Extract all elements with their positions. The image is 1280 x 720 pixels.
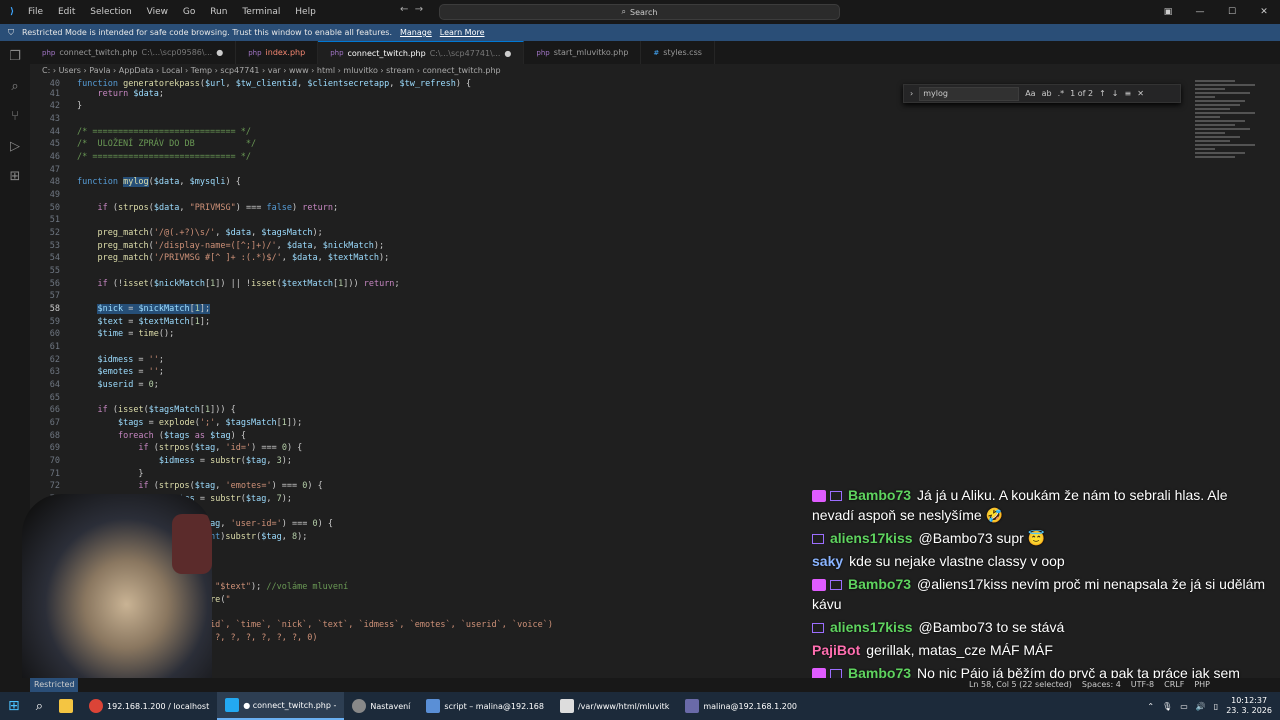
breadcrumb[interactable]: C: › Users › Pavla › AppData › Local › T… bbox=[42, 66, 501, 75]
close-icon[interactable]: ✕ bbox=[1137, 89, 1144, 98]
clock[interactable]: 10:12:37 23. 3. 2026 bbox=[1226, 696, 1272, 716]
title-bar: ⟩ File Edit Selection View Go Run Termin… bbox=[0, 0, 1280, 24]
layout-icon[interactable]: ▣ bbox=[1152, 7, 1184, 17]
restricted-mode-banner: ⛉ Restricted Mode is intended for safe c… bbox=[0, 24, 1280, 41]
bits-badge-icon bbox=[830, 580, 842, 591]
subscriber-badge-icon bbox=[812, 490, 826, 503]
php-file-icon: php bbox=[536, 48, 550, 57]
chat-message: aliens17kiss @Bambo73 to se stává bbox=[812, 617, 1267, 637]
minimize-button[interactable]: — bbox=[1184, 7, 1216, 17]
vscode-icon bbox=[225, 698, 240, 712]
taskbar-search-button[interactable]: ⌕ bbox=[28, 692, 51, 720]
find-result-count: 1 of 2 bbox=[1070, 89, 1094, 98]
windows-taskbar: ⊞ ⌕ 192.168.1.200 / localhost ● connect_… bbox=[0, 692, 1280, 720]
editor-icon bbox=[559, 699, 574, 713]
webcam-overlay bbox=[22, 494, 212, 678]
start-button[interactable]: ⊞ bbox=[0, 692, 28, 720]
taskbar-putty[interactable]: malina@192.168.1.200 bbox=[677, 692, 805, 720]
tab-connect-twitch-1[interactable]: php connect_twitch.php C:\...\scp09586\...… bbox=[30, 41, 237, 64]
maximize-button[interactable]: ☐ bbox=[1216, 7, 1248, 17]
css-file-icon: # bbox=[653, 48, 660, 57]
run-debug-icon[interactable]: ▷ bbox=[10, 139, 20, 154]
menu-edit[interactable]: Edit bbox=[58, 7, 75, 17]
close-button[interactable]: ✕ bbox=[1248, 7, 1280, 17]
display-icon[interactable]: ▭ bbox=[1180, 702, 1188, 711]
menu-bar: File Edit Selection View Go Run Terminal… bbox=[24, 7, 324, 17]
search-icon[interactable]: ⌕ bbox=[11, 79, 18, 94]
minimap[interactable] bbox=[1195, 78, 1270, 398]
tab-styles[interactable]: # styles.css bbox=[641, 41, 715, 64]
learn-more-link[interactable]: Learn More bbox=[440, 28, 485, 37]
bits-badge-icon bbox=[830, 491, 842, 502]
menu-terminal[interactable]: Terminal bbox=[242, 7, 280, 17]
chat-message: aliens17kiss @Bambo73 supr 😇 bbox=[812, 528, 1267, 548]
nav-arrows[interactable]: ← → bbox=[400, 4, 423, 15]
mic-icon[interactable]: 🎙 bbox=[1162, 702, 1172, 711]
file-explorer-button[interactable] bbox=[51, 692, 81, 720]
window-controls: ▣ — ☐ ✕ bbox=[1152, 0, 1280, 24]
language-mode[interactable]: PHP bbox=[1194, 678, 1210, 692]
menu-selection[interactable]: Selection bbox=[90, 7, 131, 17]
folder-icon bbox=[59, 699, 74, 713]
regex-icon[interactable]: .* bbox=[1058, 89, 1065, 98]
php-file-icon: php bbox=[330, 49, 344, 57]
chevron-right-icon[interactable]: › bbox=[910, 89, 913, 98]
php-file-icon: php bbox=[248, 48, 262, 57]
restricted-mode-indicator[interactable]: Restricted bbox=[30, 678, 79, 692]
tab-start-mluvitko[interactable]: php start_mluvitko.php bbox=[524, 41, 642, 64]
taskbar-script[interactable]: script – malina@192.168 bbox=[418, 692, 552, 720]
indentation[interactable]: Spaces: 4 bbox=[1082, 678, 1121, 692]
bits-badge-icon bbox=[812, 623, 824, 634]
search-icon: ⌕ bbox=[621, 7, 626, 16]
line-ending[interactable]: CRLF bbox=[1164, 678, 1184, 692]
chat-message: Bambo73 Já já u Aliku. A koukám že nám to… bbox=[812, 487, 1228, 523]
status-bar: Restricted Ln 58, Col 5 (22 selected) Sp… bbox=[0, 678, 1280, 692]
chrome-icon bbox=[89, 699, 104, 713]
chevron-up-icon[interactable]: ⌃ bbox=[1147, 702, 1154, 711]
chat-message: Bambo73 @aliens17kiss nevím proč mi nenap… bbox=[812, 576, 1266, 612]
bits-badge-icon bbox=[812, 534, 824, 545]
menu-help[interactable]: Help bbox=[295, 7, 316, 17]
search-icon: ⌕ bbox=[35, 698, 44, 714]
cursor-position[interactable]: Ln 58, Col 5 (22 selected) bbox=[969, 678, 1072, 692]
extensions-icon[interactable]: ⊞ bbox=[10, 169, 21, 184]
stream-chat-overlay: Bambo73 Já já u Aliku. A koukám že nám to… bbox=[812, 485, 1267, 701]
find-widget: › mylog Aa ab .* 1 of 2 ↑ ↓ ≡ ✕ bbox=[903, 84, 1181, 103]
menu-go[interactable]: Go bbox=[183, 7, 195, 17]
match-case-icon[interactable]: Aa bbox=[1025, 89, 1035, 98]
explorer-icon[interactable]: ❐ bbox=[9, 49, 21, 64]
gear-icon bbox=[352, 699, 367, 713]
vscode-logo-icon: ⟩ bbox=[9, 7, 15, 17]
menu-run[interactable]: Run bbox=[210, 7, 227, 17]
system-tray: ⌃ 🎙 ▭ 🔊 ▯ 10:12:37 23. 3. 2026 bbox=[1147, 692, 1272, 720]
subscriber-badge-icon bbox=[812, 579, 826, 592]
editor-tabs: php connect_twitch.php C:\...\scp09586\...… bbox=[30, 41, 1280, 64]
php-file-icon: php bbox=[42, 48, 56, 57]
encoding[interactable]: UTF-8 bbox=[1131, 678, 1154, 692]
arrow-up-icon[interactable]: ↑ bbox=[1099, 89, 1106, 98]
find-input[interactable]: mylog bbox=[919, 86, 1020, 101]
tab-connect-twitch-2[interactable]: php connect_twitch.php C:\...\scp47741\...… bbox=[318, 41, 525, 64]
chat-message: PajiBot gerillak, matas_cze MÁF MÁF bbox=[812, 642, 1053, 658]
putty-icon bbox=[685, 699, 700, 713]
menu-file[interactable]: File bbox=[28, 7, 43, 17]
source-control-icon[interactable]: ⑂ bbox=[11, 109, 19, 124]
arrow-down-icon[interactable]: ↓ bbox=[1112, 89, 1119, 98]
command-center-search[interactable]: ⌕ Search bbox=[439, 4, 840, 20]
whole-word-icon[interactable]: ab bbox=[1042, 89, 1052, 98]
winscp-icon bbox=[426, 699, 441, 713]
taskbar-editor[interactable]: /var/www/html/mluvitk bbox=[552, 692, 677, 720]
taskbar-settings[interactable]: Nastavení bbox=[344, 692, 418, 720]
menu-view[interactable]: View bbox=[147, 7, 168, 17]
chat-message: saky kde su nejake vlastne classy v oop bbox=[812, 553, 1065, 569]
menu-icon[interactable]: ≡ bbox=[1125, 89, 1132, 98]
shield-icon: ⛉ bbox=[8, 27, 14, 37]
volume-icon[interactable]: 🔊 bbox=[1196, 702, 1206, 711]
manage-link[interactable]: Manage bbox=[400, 28, 432, 37]
tab-index[interactable]: php index.php bbox=[236, 41, 319, 64]
taskbar-vscode[interactable]: ● connect_twitch.php - bbox=[217, 692, 345, 720]
battery-icon[interactable]: ▯ bbox=[1214, 702, 1218, 711]
windows-icon: ⊞ bbox=[8, 698, 20, 714]
taskbar-chrome[interactable]: 192.168.1.200 / localhost bbox=[81, 692, 217, 720]
